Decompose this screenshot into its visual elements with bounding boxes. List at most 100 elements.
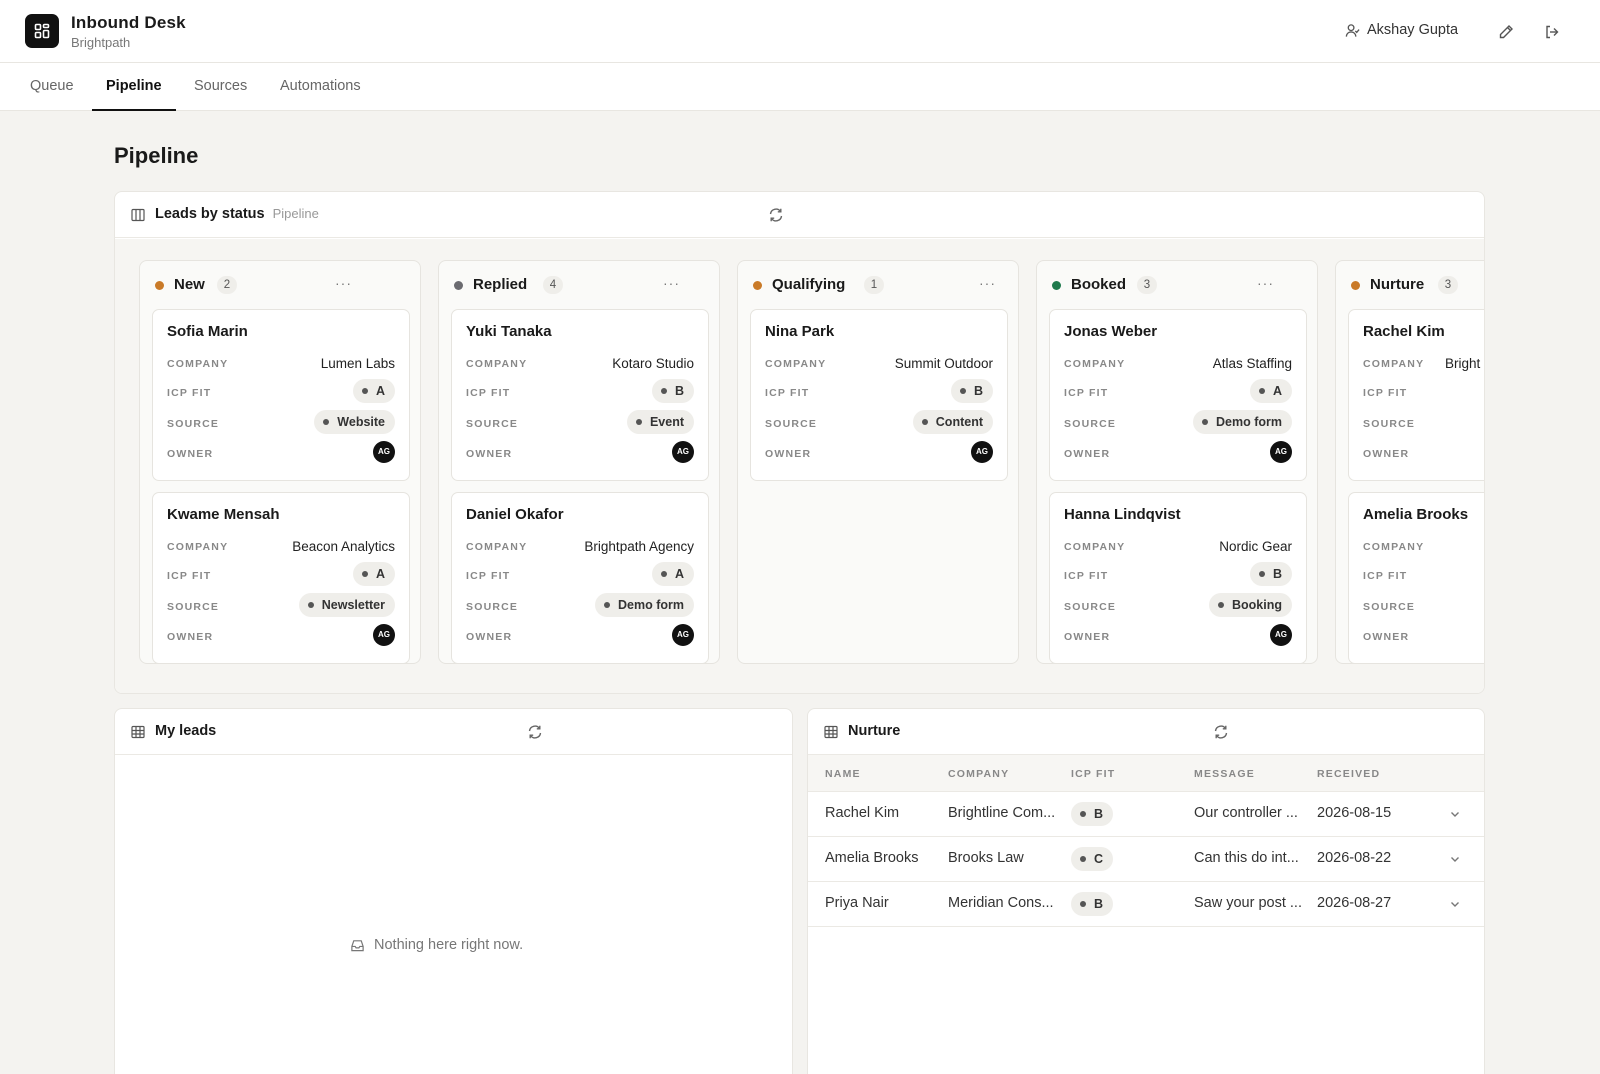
page-title: Pipeline — [114, 143, 199, 168]
column-name: New — [174, 276, 205, 293]
icp-fit-label: ICP FIT — [1363, 387, 1408, 399]
owner-label: OWNER — [1363, 448, 1410, 460]
table-row[interactable]: Rachel Kim Brightline Com... B Our contr… — [808, 792, 1484, 837]
tab-sources[interactable]: Sources — [180, 63, 261, 111]
column-header: Booked 3 ··· — [1037, 261, 1317, 309]
user-name: Akshay Gupta — [1367, 22, 1459, 38]
lead-card[interactable]: Hanna Lindqvist COMPANY Nordic Gear ICP … — [1049, 492, 1307, 663]
source-badge: Newsletter — [298, 593, 395, 617]
lead-name: Rachel Kim — [1363, 323, 1445, 340]
owner-avatar: AG — [971, 441, 993, 463]
icp-fit-badge: B — [950, 379, 993, 403]
my-leads-title: My leads — [155, 723, 217, 739]
lead-name: Yuki Tanaka — [466, 323, 552, 340]
nurture-title: Nurture — [848, 723, 901, 739]
source-badge: Content — [912, 410, 993, 434]
lead-card[interactable]: Kwame Mensah COMPANY Beacon Analytics IC… — [152, 492, 410, 663]
app-title: Inbound Desk — [71, 13, 186, 32]
empty-state-text: Nothing here right now. — [374, 937, 524, 953]
column-menu-button[interactable]: ··· — [663, 275, 680, 291]
column-qualifying: Qualifying 1 ··· Nina Park COMPANY Summi… — [737, 260, 1019, 664]
logout-button[interactable] — [1541, 21, 1563, 43]
owner-avatar: AG — [672, 624, 694, 646]
panel-header: Leads by status Pipeline — [115, 192, 1484, 238]
cell-message: Saw your post ... — [1194, 895, 1302, 911]
table-row[interactable]: Priya Nair Meridian Cons... B Saw your p… — [808, 882, 1484, 927]
company-value: Atlas Staffing — [1212, 356, 1292, 371]
source-label: SOURCE — [167, 601, 220, 613]
tab-queue[interactable]: Queue — [16, 63, 88, 111]
icp-fit-badge: B — [1071, 802, 1114, 826]
cell-company: Brightline Com... — [948, 805, 1056, 821]
chevron-down-icon[interactable] — [1448, 807, 1462, 821]
leads-by-status-panel: Leads by status Pipeline New 2 ··· Sofia … — [114, 191, 1485, 694]
app-logo-icon[interactable] — [25, 14, 59, 48]
user-menu[interactable]: Akshay Gupta — [1345, 22, 1458, 38]
company-label: COMPANY — [466, 358, 528, 370]
tab-pipeline[interactable]: Pipeline — [92, 63, 176, 111]
lead-card[interactable]: Rachel Kim COMPANY Bright ICP FIT SOURCE… — [1348, 309, 1484, 481]
company-label: COMPANY — [1363, 358, 1425, 370]
lead-card[interactable]: Jonas Weber COMPANY Atlas Staffing ICP F… — [1049, 309, 1307, 481]
table-row[interactable]: Amelia Brooks Brooks Law C Can this do i… — [808, 837, 1484, 882]
column-header-company: COMPANY — [948, 768, 1010, 780]
my-leads-panel: My leads Nothing here right now. — [114, 708, 793, 1074]
edit-button[interactable] — [1495, 21, 1517, 43]
column-count: 4 — [543, 276, 563, 294]
source-label: SOURCE — [167, 418, 220, 430]
source-label: SOURCE — [1363, 601, 1416, 613]
company-value: Nordic Gear — [1219, 539, 1292, 554]
cell-received: 2026-08-15 — [1317, 805, 1392, 821]
cell-name: Priya Nair — [825, 895, 889, 911]
column-header-name: NAME — [825, 768, 861, 780]
lead-card[interactable]: Daniel Okafor COMPANY Brightpath Agency … — [451, 492, 709, 663]
source-label: SOURCE — [1064, 418, 1117, 430]
lead-card[interactable]: Yuki Tanaka COMPANY Kotaro Studio ICP FI… — [451, 309, 709, 481]
owner-avatar: AG — [672, 441, 694, 463]
column-menu-button[interactable]: ··· — [979, 275, 996, 291]
owner-avatar: AG — [1270, 624, 1292, 646]
panel-header: My leads — [115, 709, 792, 755]
source-badge: Demo form — [595, 593, 694, 617]
lead-card[interactable]: Nina Park COMPANY Summit Outdoor ICP FIT… — [750, 309, 1008, 481]
lead-card[interactable]: Amelia Brooks COMPANY ICP FIT SOURCE OWN… — [1348, 492, 1484, 663]
column-name: Qualifying — [772, 276, 846, 293]
icp-fit-label: ICP FIT — [1064, 387, 1109, 399]
owner-label: OWNER — [1363, 631, 1410, 643]
refresh-icon[interactable] — [767, 206, 785, 224]
chevron-down-icon[interactable] — [1448, 852, 1462, 866]
panel-title: Leads by status Pipeline — [155, 206, 319, 222]
cell-name: Rachel Kim — [825, 805, 900, 821]
icp-fit-badge: A — [651, 562, 694, 586]
company-label: COMPANY — [765, 358, 827, 370]
column-count: 2 — [217, 276, 237, 294]
icp-fit-badge: B — [651, 379, 694, 403]
company-value: Beacon Analytics — [292, 539, 395, 554]
column-header: Nurture 3 — [1336, 261, 1484, 309]
company-label: COMPANY — [1064, 541, 1126, 553]
refresh-icon[interactable] — [1212, 723, 1230, 741]
company-label: COMPANY — [167, 358, 229, 370]
status-dot — [454, 281, 463, 290]
lead-card[interactable]: Sofia Marin COMPANY Lumen Labs ICP FIT A… — [152, 309, 410, 481]
inbox-icon — [351, 939, 364, 951]
owner-avatar: AG — [373, 441, 395, 463]
owner-label: OWNER — [167, 448, 214, 460]
chevron-down-icon[interactable] — [1448, 897, 1462, 911]
owner-label: OWNER — [466, 448, 513, 460]
owner-label: OWNER — [1064, 631, 1111, 643]
column-name: Nurture — [1370, 276, 1425, 293]
column-menu-button[interactable]: ··· — [1257, 275, 1274, 291]
column-header: Replied 4 ··· — [439, 261, 719, 309]
column-menu-button[interactable]: ··· — [335, 275, 352, 291]
owner-label: OWNER — [1064, 448, 1111, 460]
icp-fit-label: ICP FIT — [466, 570, 511, 582]
refresh-icon[interactable] — [526, 723, 544, 741]
source-badge: Booking — [1209, 593, 1292, 617]
app-header: Inbound Desk Brightpath Akshay Gupta — [0, 0, 1600, 63]
lead-name: Daniel Okafor — [466, 506, 564, 523]
column-booked: Booked 3 ··· Jonas Weber COMPANY Atlas S… — [1036, 260, 1318, 664]
tab-automations[interactable]: Automations — [266, 63, 375, 111]
column-name: Booked — [1071, 276, 1127, 293]
column-header-message: MESSAGE — [1194, 768, 1255, 780]
